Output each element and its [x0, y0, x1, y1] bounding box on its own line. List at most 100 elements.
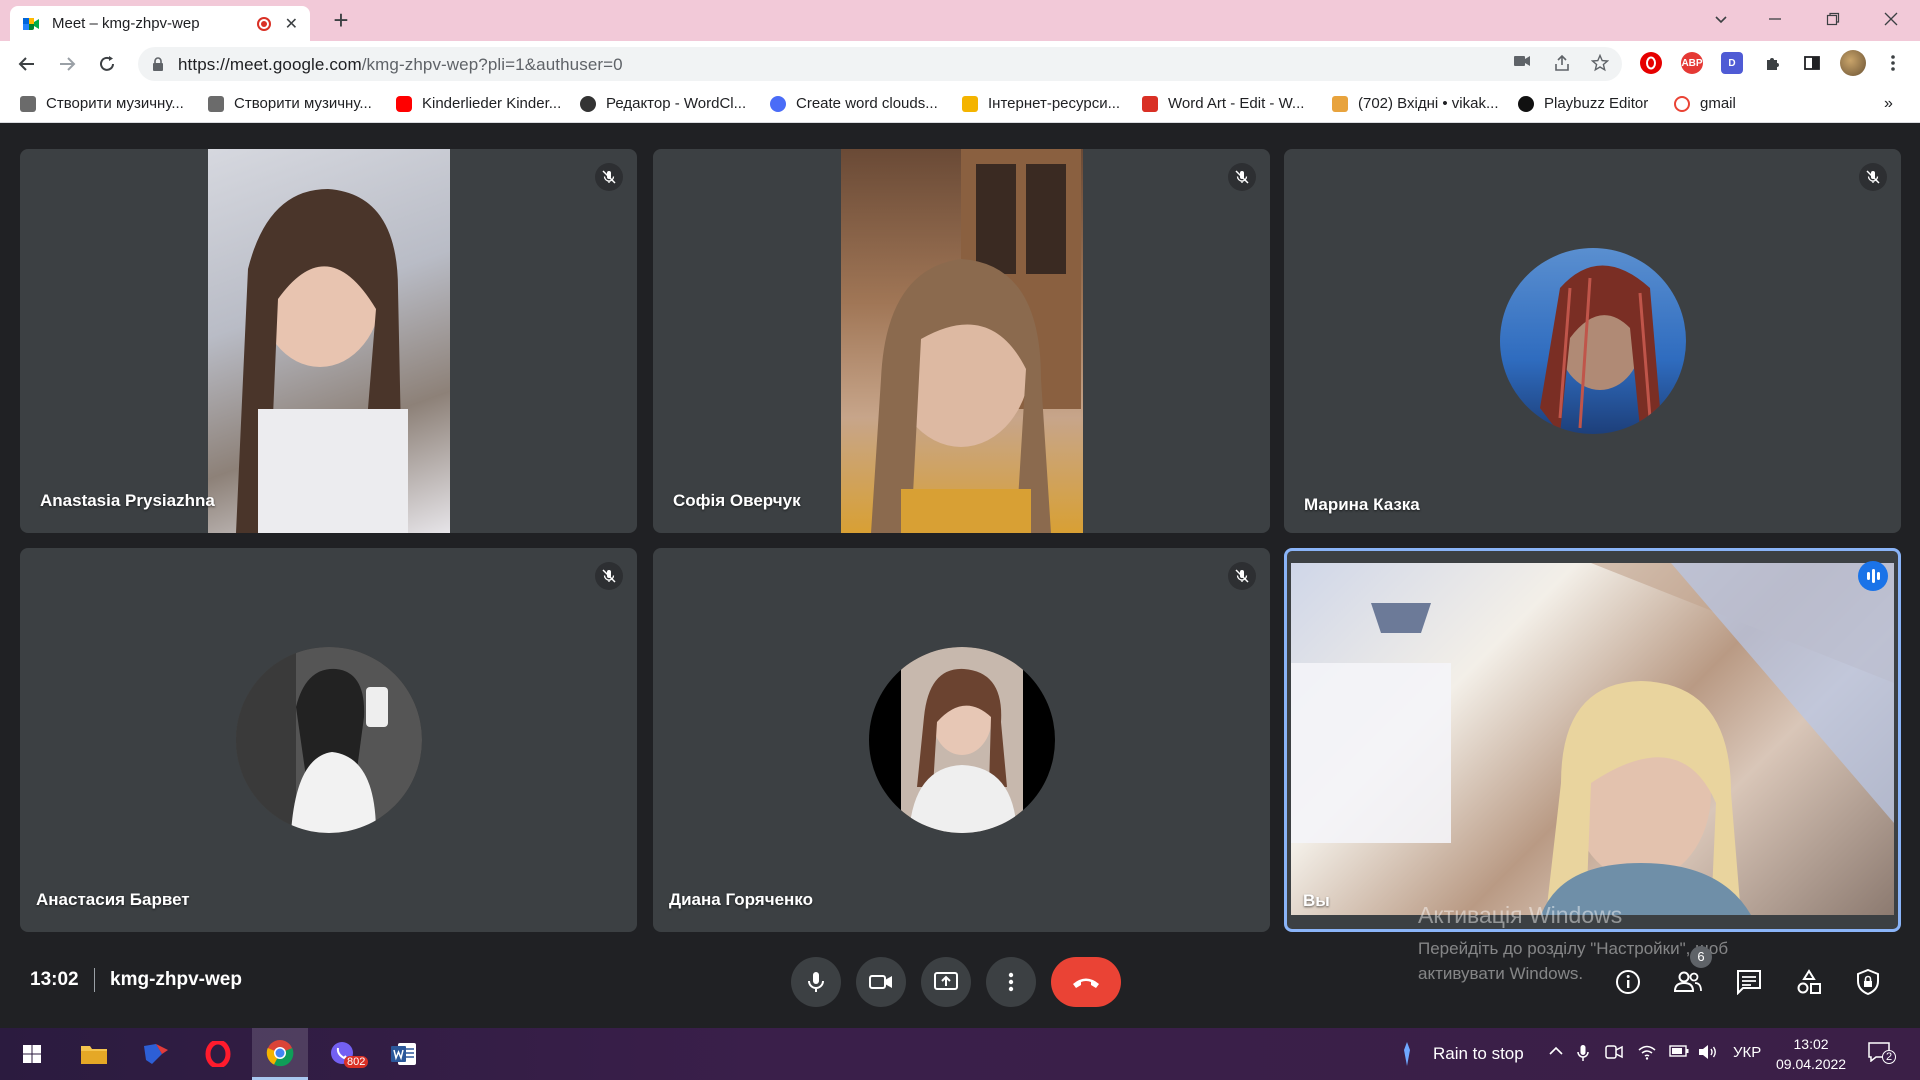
- speaking-indicator-icon: [1858, 561, 1888, 591]
- opera-extension-icon[interactable]: [1640, 52, 1662, 74]
- start-button[interactable]: [4, 1028, 60, 1080]
- tab-search-icon[interactable]: [1698, 0, 1744, 38]
- chrome-icon: [266, 1039, 294, 1066]
- mic-muted-icon: [1228, 562, 1256, 590]
- bookmark-item[interactable]: (702) Вхідні • vikak...: [1332, 95, 1499, 112]
- clock-time: 13:02: [1793, 1036, 1829, 1052]
- present-screen-button[interactable]: [921, 957, 971, 1007]
- bookmark-item[interactable]: Playbuzz Editor: [1518, 95, 1648, 112]
- bookmark-label: Word Art - Edit - W...: [1168, 95, 1305, 112]
- app-icon: [144, 1044, 168, 1064]
- notifications-icon[interactable]: 2: [1868, 1042, 1897, 1066]
- participant-tile[interactable]: Анастасия Барвет: [20, 548, 637, 932]
- participant-video: [841, 149, 1083, 533]
- participant-tile[interactable]: Anastasia Prysiazhna: [20, 149, 637, 533]
- microphone-tray-icon[interactable]: [1577, 1044, 1589, 1066]
- people-button[interactable]: [1672, 966, 1704, 998]
- people-count-badge: 6: [1690, 946, 1712, 968]
- camera-in-use-icon[interactable]: [1512, 54, 1532, 74]
- word-button[interactable]: [376, 1028, 432, 1080]
- bookmark-item[interactable]: gmail: [1674, 95, 1736, 112]
- weather-text[interactable]: Rain to stop: [1433, 1044, 1524, 1064]
- participant-name: Софія Оверчук: [673, 491, 801, 510]
- bookmark-star-icon[interactable]: [1590, 53, 1610, 74]
- bookmark-item[interactable]: Kinderlieder Kinder...: [396, 95, 561, 112]
- participant-tile[interactable]: Софія Оверчук: [653, 149, 1270, 533]
- activities-button[interactable]: [1793, 966, 1825, 998]
- bookmark-item[interactable]: Word Art - Edit - W...: [1142, 95, 1304, 112]
- folder-icon: [81, 1046, 107, 1064]
- camera-button[interactable]: [856, 957, 906, 1007]
- bell-icon: [962, 95, 978, 112]
- app-button[interactable]: [128, 1028, 184, 1080]
- more-bookmarks-icon[interactable]: »: [1884, 95, 1893, 113]
- side-panel-icon[interactable]: [1801, 52, 1823, 74]
- bookmarks-bar: Створити музичну... Створити музичну... …: [0, 87, 1920, 123]
- back-icon[interactable]: [12, 49, 42, 79]
- browser-toolbar: https://meet.google.com/kmg-zhpv-wep?pli…: [0, 41, 1920, 87]
- participant-name: Вы: [1303, 891, 1330, 910]
- opera-button[interactable]: [190, 1028, 246, 1080]
- d-extension-icon[interactable]: D: [1721, 52, 1743, 74]
- bookmark-item[interactable]: Створити музичну...: [208, 95, 372, 112]
- more-options-button[interactable]: [986, 957, 1036, 1007]
- microphone-button[interactable]: [791, 957, 841, 1007]
- wordart-w-icon: [1142, 95, 1158, 112]
- address-bar[interactable]: https://meet.google.com/kmg-zhpv-wep?pli…: [138, 47, 1622, 81]
- bookmark-item[interactable]: Create word clouds...: [770, 95, 938, 112]
- chrome-button[interactable]: [252, 1028, 308, 1080]
- participant-tile[interactable]: Диана Горяченко: [653, 548, 1270, 932]
- recording-icon: [256, 16, 271, 31]
- host-controls-button[interactable]: [1852, 966, 1884, 998]
- minimize-icon[interactable]: [1752, 0, 1798, 38]
- file-explorer-button[interactable]: [66, 1028, 122, 1080]
- youtube-icon: [396, 95, 412, 112]
- restore-icon[interactable]: [1810, 0, 1856, 38]
- participant-name: Anastasia Prysiazhna: [40, 491, 215, 510]
- end-call-icon: [1073, 978, 1099, 988]
- browser-tab-meet[interactable]: Meet – kmg-zhpv-wep ✕: [10, 6, 310, 41]
- viber-badge: 802: [344, 1056, 369, 1068]
- participant-tile[interactable]: Марина Казка: [1284, 149, 1901, 533]
- lock-icon[interactable]: [152, 57, 164, 71]
- bookmark-favicon-icon: [208, 95, 224, 112]
- battery-icon[interactable]: [1669, 1044, 1689, 1061]
- forward-icon[interactable]: [52, 49, 82, 79]
- bookmark-label: Інтернет-ресурси...: [988, 95, 1121, 112]
- camera-icon: [869, 975, 892, 989]
- clock[interactable]: 13:02 09.04.2022: [1776, 1034, 1846, 1074]
- viber-button[interactable]: 802: [314, 1028, 370, 1080]
- leave-call-button[interactable]: [1051, 957, 1121, 1007]
- language-indicator[interactable]: УКР: [1733, 1044, 1761, 1061]
- people-icon: [1673, 971, 1702, 992]
- wifi-icon[interactable]: [1638, 1044, 1656, 1064]
- url-text[interactable]: https://meet.google.com/kmg-zhpv-wep?pli…: [178, 55, 623, 75]
- close-tab-icon[interactable]: ✕: [285, 14, 298, 34]
- meeting-code: kmg-zhpv-wep: [110, 969, 242, 990]
- bookmark-item[interactable]: Створити музичну...: [20, 95, 184, 112]
- share-icon[interactable]: [1552, 54, 1572, 74]
- chrome-menu-icon[interactable]: [1882, 52, 1904, 74]
- weather-icon[interactable]: [1400, 1040, 1414, 1072]
- bookmark-item[interactable]: Редактор - WordCl...: [580, 95, 746, 112]
- new-tab-button[interactable]: +: [326, 6, 356, 36]
- participant-video: [208, 149, 450, 533]
- meeting-time: 13:02: [30, 969, 79, 990]
- participant-name: Марина Казка: [1304, 495, 1420, 514]
- opera-icon: [205, 1041, 231, 1067]
- mail-icon: [1332, 95, 1348, 112]
- adblock-plus-icon[interactable]: ABP: [1681, 52, 1703, 74]
- volume-icon[interactable]: [1698, 1044, 1718, 1064]
- close-window-icon[interactable]: [1868, 0, 1914, 38]
- reload-icon[interactable]: [92, 49, 122, 79]
- windows-activation-subtitle: Перейдіть до розділу "Настройки", щоб ак…: [1418, 939, 1729, 983]
- self-tile[interactable]: Вы: [1284, 548, 1901, 932]
- show-hidden-icons-icon[interactable]: [1548, 1044, 1564, 1062]
- meeting-details-button[interactable]: [1612, 966, 1644, 998]
- chat-button[interactable]: [1733, 966, 1765, 998]
- bookmark-item[interactable]: Інтернет-ресурси...: [962, 95, 1120, 112]
- camera-tray-icon[interactable]: [1605, 1044, 1623, 1064]
- profile-avatar[interactable]: [1840, 50, 1866, 76]
- bookmark-label: Створити музичну...: [234, 95, 372, 112]
- extensions-puzzle-icon[interactable]: [1762, 52, 1784, 74]
